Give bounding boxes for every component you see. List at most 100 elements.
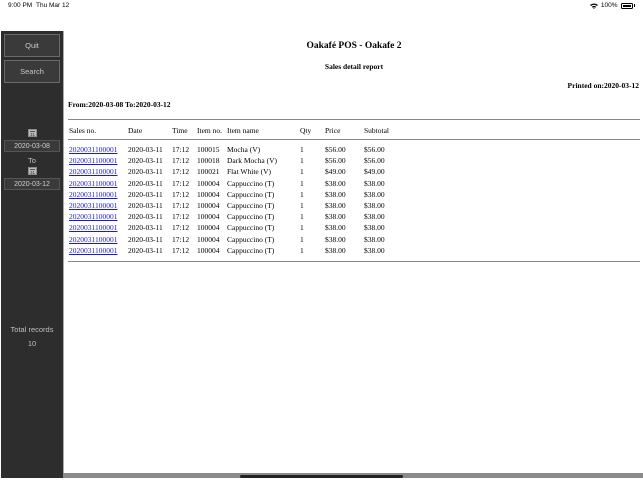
to-label: To [28, 156, 36, 165]
cell-price: $38.00 [325, 201, 346, 210]
from-date-field[interactable]: 2020-03-08 [4, 140, 60, 152]
table-header: Sales no. Date Time Item no. Item name Q… [64, 126, 643, 137]
cell-subtotal: $38.00 [364, 245, 385, 255]
cell-date: 2020-03-11 [128, 189, 163, 199]
battery-percent: 100% [600, 2, 618, 9]
cell-sales-no-link[interactable]: 2020031100001 [69, 190, 117, 199]
cell-item-name: Cappuccino (T) [227, 245, 275, 255]
col-item-name: Item name [227, 126, 259, 135]
cell-subtotal: $38.00 [364, 189, 385, 199]
quit-button[interactable]: Quit [4, 34, 60, 57]
table-row: 2020031100001 2020-03-11 17:12 100015 Mocha … [64, 145, 643, 156]
cell-time: 17:12 [172, 178, 190, 188]
cell-date: 2020-03-11 [128, 167, 163, 177]
cell-subtotal: $38.00 [364, 178, 385, 188]
cell-sales-no-link[interactable]: 2020031100001 [69, 212, 117, 221]
col-time: Time [172, 126, 188, 135]
cell-time: 17:12 [172, 145, 190, 154]
col-item-no: Item no. [197, 126, 222, 135]
cell-qty: 1 [300, 189, 304, 199]
report-subtitle: Sales detail report [324, 62, 384, 71]
cell-sales-no-link[interactable]: 2020031100001 [69, 223, 117, 232]
to-date-field[interactable]: 2020-03-12 [4, 178, 60, 190]
cell-time: 17:12 [172, 212, 190, 222]
cell-sales-no-link[interactable]: 2020031100001 [69, 235, 117, 244]
home-indicator[interactable] [240, 475, 403, 478]
cell-qty: 1 [300, 234, 304, 244]
cell-qty: 1 [300, 245, 304, 255]
cell-price: $49.00 [325, 167, 346, 177]
report-panel: Oakafé POS - Oakafe 2 Sales detail repor… [63, 31, 643, 478]
cell-date: 2020-03-11 [128, 156, 163, 166]
date-range: From:2020-03-08 To:2020-03-12 [68, 100, 171, 109]
wifi-icon [589, 3, 598, 9]
table-header-rule [68, 139, 640, 140]
col-sales-no: Sales no. [69, 126, 97, 135]
status-date: Thu Mar 12 [36, 2, 70, 9]
calendar-from-icon[interactable]: 31 [28, 129, 37, 137]
search-button[interactable]: Search [4, 60, 60, 83]
cell-item-name: Cappuccino (T) [227, 212, 275, 222]
cell-item-no: 100004 [197, 189, 220, 199]
cell-sales-no-link[interactable]: 2020031100001 [69, 246, 117, 255]
cell-qty: 1 [300, 145, 304, 154]
cell-subtotal: $38.00 [364, 223, 385, 233]
cell-time: 17:12 [172, 234, 190, 244]
cell-item-name: Cappuccino (T) [227, 201, 275, 210]
cell-item-name: Cappuccino (T) [227, 178, 275, 188]
total-records-label: Total records [10, 325, 54, 334]
cell-time: 17:12 [172, 189, 190, 199]
cell-subtotal: $49.00 [364, 167, 385, 177]
table-row: 2020031100001 2020-03-11 17:12 100004 Cappuc… [64, 212, 643, 223]
cell-item-no: 100015 [197, 145, 220, 154]
cell-subtotal: $38.00 [364, 234, 385, 244]
cell-item-name: Flat White (V) [227, 167, 272, 177]
cell-sales-no-link[interactable]: 2020031100001 [69, 201, 117, 210]
cell-item-name: Cappuccino (T) [227, 189, 275, 199]
cell-price: $38.00 [325, 223, 346, 233]
col-price: Price [325, 126, 341, 135]
cell-subtotal: $56.00 [364, 145, 385, 154]
cell-qty: 1 [300, 178, 304, 188]
cell-price: $38.00 [325, 212, 346, 222]
cell-date: 2020-03-11 [128, 145, 163, 154]
cell-date: 2020-03-11 [128, 212, 163, 222]
cell-date: 2020-03-11 [128, 178, 163, 188]
cell-date: 2020-03-11 [128, 201, 163, 210]
cell-sales-no-link[interactable]: 2020031100001 [69, 145, 117, 154]
battery-tip [633, 4, 635, 7]
cell-qty: 1 [300, 201, 304, 210]
cell-price: $56.00 [325, 156, 346, 166]
cell-price: $38.00 [325, 234, 346, 244]
cell-item-no: 100004 [197, 178, 220, 188]
table-row: 2020031100001 2020-03-11 17:12 100021 Flat W… [64, 167, 643, 178]
cell-item-name: Dark Mocha (V) [227, 156, 277, 166]
calendar-to-icon[interactable]: 31 [28, 167, 37, 175]
cell-item-no: 100004 [197, 234, 220, 244]
cell-qty: 1 [300, 156, 304, 166]
col-subtotal: Subtotal [364, 126, 390, 135]
table-row: 2020031100001 2020-03-11 17:12 100004 Cappuc… [64, 235, 643, 246]
cell-date: 2020-03-11 [128, 245, 163, 255]
cell-sales-no-link[interactable]: 2020031100001 [69, 156, 117, 165]
cell-sales-no-link[interactable]: 2020031100001 [69, 167, 117, 176]
cell-qty: 1 [300, 212, 304, 222]
cell-time: 17:12 [172, 245, 190, 255]
report-title: Oakafé POS - Oakafe 2 [306, 41, 402, 51]
cell-item-no: 100004 [197, 201, 220, 210]
cell-item-no: 100004 [197, 245, 220, 255]
table-bottom-rule [68, 261, 640, 262]
cell-price: $38.00 [325, 178, 346, 188]
cell-date: 2020-03-11 [128, 223, 163, 233]
cell-item-no: 100004 [197, 223, 220, 233]
cell-item-name: Mocha (V) [227, 145, 261, 154]
cell-time: 17:12 [172, 156, 190, 166]
cell-qty: 1 [300, 223, 304, 233]
battery-icon [620, 2, 633, 9]
cell-time: 17:12 [172, 223, 190, 233]
status-time: 9:00 PM [8, 2, 33, 9]
col-date: Date [128, 126, 143, 135]
cell-subtotal: $38.00 [364, 201, 385, 210]
cell-item-name: Cappuccino (T) [227, 234, 275, 244]
cell-sales-no-link[interactable]: 2020031100001 [69, 179, 117, 188]
